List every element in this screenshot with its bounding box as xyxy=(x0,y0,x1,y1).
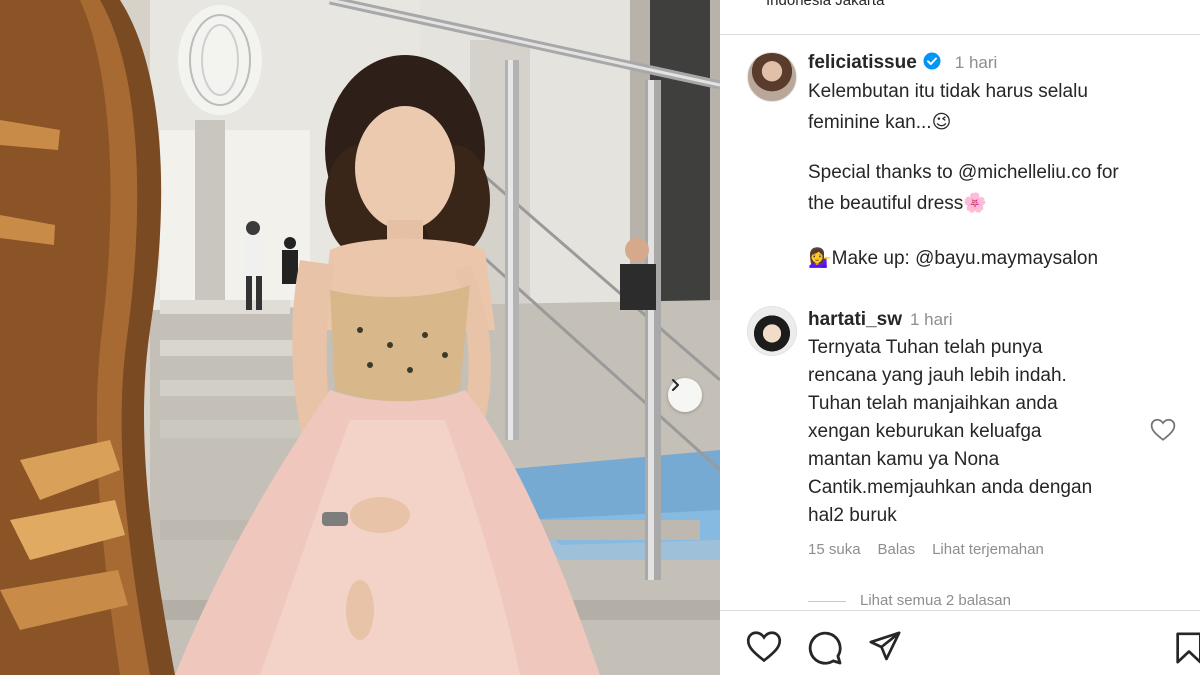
avatar[interactable] xyxy=(747,306,797,356)
heart-icon[interactable] xyxy=(746,630,782,669)
comment-line: rencana yang jauh lebih indah. xyxy=(808,365,1067,386)
view-replies-button[interactable]: Lihat semua 2 balasan xyxy=(808,592,1011,609)
photo-scene xyxy=(0,0,720,675)
caption-username[interactable]: feliciatissue xyxy=(808,52,917,73)
comment-username[interactable]: hartati_sw xyxy=(808,309,902,330)
view-replies-label: Lihat semua 2 balasan xyxy=(860,592,1011,609)
divider xyxy=(720,34,1200,35)
comments-panel: Indonesia Jakarta feliciatissue 1 hari Ke… xyxy=(720,0,1200,675)
comment-header: hartati_sw 1 hari xyxy=(808,309,953,331)
comment-line: Tuhan telah manjaihkan anda xyxy=(808,393,1058,414)
avatar[interactable] xyxy=(747,52,797,102)
caption-line: Special thanks to @michelleliu.co for xyxy=(808,162,1119,183)
post-photo[interactable] xyxy=(0,0,720,675)
translate-button[interactable]: Lihat terjemahan xyxy=(932,541,1044,558)
comment-icon[interactable] xyxy=(807,630,843,671)
comment-line: xengan keburukan keluafga xyxy=(808,421,1042,442)
caption-line: feminine kan...😉 xyxy=(808,112,952,133)
comment-likes[interactable]: 15 suka xyxy=(808,541,861,558)
send-icon[interactable] xyxy=(868,630,902,669)
post-location[interactable]: Indonesia Jakarta xyxy=(766,0,884,9)
comment-line: Cantik.memjauhkan anda dengan xyxy=(808,477,1093,498)
verified-badge-icon xyxy=(923,52,941,76)
caption-header: feliciatissue 1 hari xyxy=(808,52,997,76)
bookmark-icon[interactable] xyxy=(1172,630,1200,671)
comment-time[interactable]: 1 hari xyxy=(910,310,953,329)
comment-line: hal2 buruk xyxy=(808,505,897,526)
carousel-next-button[interactable] xyxy=(668,378,702,412)
caption-line: 💁‍♀️Make up: @bayu.maymaysalon xyxy=(808,248,1099,269)
comment-meta: 15 suka Balas Lihat terjemahan xyxy=(808,541,1061,558)
comment-line: Ternyata Tuhan telah punya xyxy=(808,337,1043,358)
comment-line: mantan kamu ya Nona xyxy=(808,449,1000,470)
divider xyxy=(720,610,1200,611)
replies-dash xyxy=(808,600,846,602)
caption-line: Kelembutan itu tidak harus selalu xyxy=(808,81,1088,102)
reply-button[interactable]: Balas xyxy=(878,541,916,558)
action-bar xyxy=(720,620,1200,675)
caption-time[interactable]: 1 hari xyxy=(955,53,998,72)
caption-line: the beautiful dress🌸 xyxy=(808,193,987,214)
comment-like-heart-icon[interactable] xyxy=(1150,418,1176,447)
